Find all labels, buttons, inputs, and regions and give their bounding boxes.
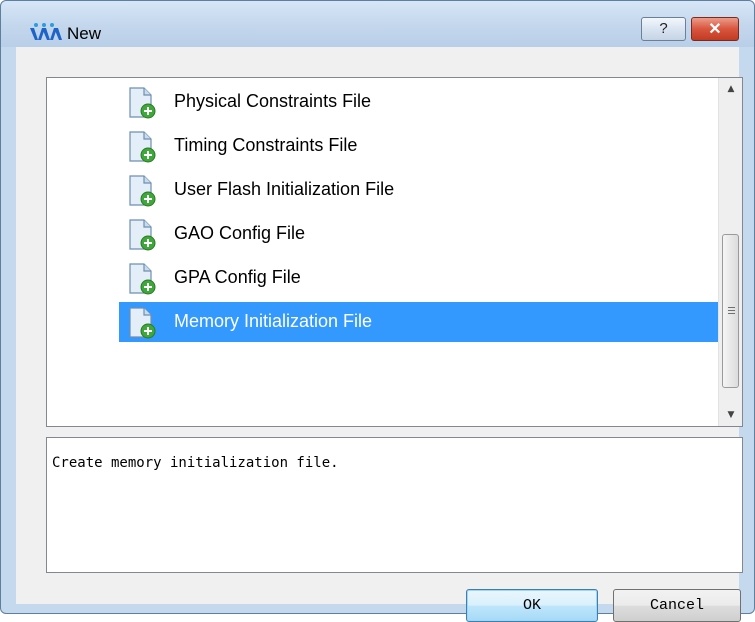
file-type-item[interactable]: User Flash Initialization File [119,170,742,210]
scroll-up-arrow-icon[interactable]: ▲ [719,78,742,100]
file-type-item[interactable]: GPA Config File [119,258,742,298]
new-file-dialog: New ? ✕ Physical Constraints File Timing … [0,0,755,622]
scroll-thumb[interactable] [722,234,739,388]
close-icon: ✕ [708,21,722,38]
scroll-down-arrow-icon[interactable]: ▼ [719,404,742,426]
file-type-label: GPA Config File [174,267,301,287]
window-title: New [67,24,102,43]
file-type-item[interactable]: Timing Constraints File [119,126,742,166]
vertical-scrollbar[interactable]: ▲ ▼ [718,78,742,426]
file-type-label: Timing Constraints File [174,135,358,155]
file-type-item[interactable]: Physical Constraints File [119,82,742,122]
description-box: Create memory initialization file. [46,437,743,573]
file-type-label: GAO Config File [174,223,306,243]
dialog-body: Physical Constraints File Timing Constrai… [16,47,743,622]
close-button[interactable]: ✕ [691,17,739,41]
new-file-icon [127,175,157,207]
cancel-button[interactable]: Cancel [613,589,741,622]
title-bar[interactable]: New ? ✕ [1,1,754,47]
new-file-icon [127,131,157,163]
file-type-label: Memory Initialization File [174,311,373,331]
description-text: Create memory initialization file. [52,455,339,471]
file-type-label: User Flash Initialization File [174,179,395,199]
file-type-list[interactable]: Physical Constraints File Timing Constrai… [46,77,743,427]
wave-logo-icon [30,23,62,40]
file-type-item[interactable]: GAO Config File [119,214,742,254]
new-file-icon [127,87,157,119]
new-file-icon [127,219,157,251]
file-type-label: Physical Constraints File [174,91,372,111]
new-file-icon [127,263,157,295]
ok-button[interactable]: OK [466,589,598,622]
help-button[interactable]: ? [641,17,686,41]
help-icon: ? [659,20,668,37]
new-file-icon [127,307,157,339]
file-type-item[interactable]: Memory Initialization File [119,302,742,342]
